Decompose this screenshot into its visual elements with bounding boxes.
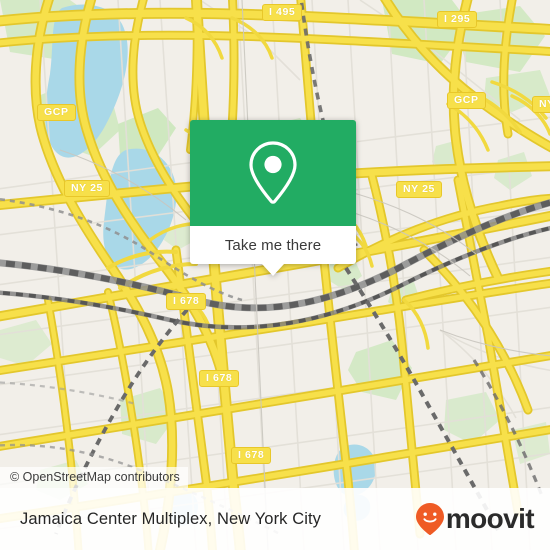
moovit-pin-smiley-icon	[415, 503, 444, 535]
map-pin-icon	[249, 141, 297, 204]
map-attribution: © OpenStreetMap contributors	[0, 467, 188, 488]
take-me-there-label: Take me there	[224, 236, 322, 254]
route-shield-ny-edge: NY	[532, 96, 550, 113]
route-shield-ny25-east: NY 25	[396, 181, 442, 198]
location-callout[interactable]: Take me there	[190, 120, 356, 276]
moovit-brand[interactable]: moovit	[415, 502, 535, 536]
callout-icon-panel	[190, 120, 356, 226]
place-name-label: Jamaica Center Multiplex, New York City	[20, 509, 322, 528]
callout-action-bar[interactable]: Take me there	[190, 226, 356, 276]
map-screen: I 495 I 295 GCP GCP NY NY 25 NY 25 I 678…	[0, 0, 550, 550]
route-shield-i495: I 495	[262, 4, 303, 21]
route-shield-i678-south: I 678	[231, 447, 272, 464]
route-shield-i678-north: I 678	[166, 293, 207, 310]
route-shield-i295: I 295	[437, 11, 478, 28]
callout-pointer	[262, 264, 284, 276]
bottom-info-bar: Jamaica Center Multiplex, New York City …	[0, 488, 550, 550]
route-shield-gcp-east: GCP	[447, 92, 486, 109]
moovit-wordmark: moovit	[445, 503, 535, 534]
route-shield-ny25-west: NY 25	[64, 180, 110, 197]
route-shield-gcp-west: GCP	[37, 104, 76, 121]
route-shield-i678-mid: I 678	[199, 370, 240, 387]
